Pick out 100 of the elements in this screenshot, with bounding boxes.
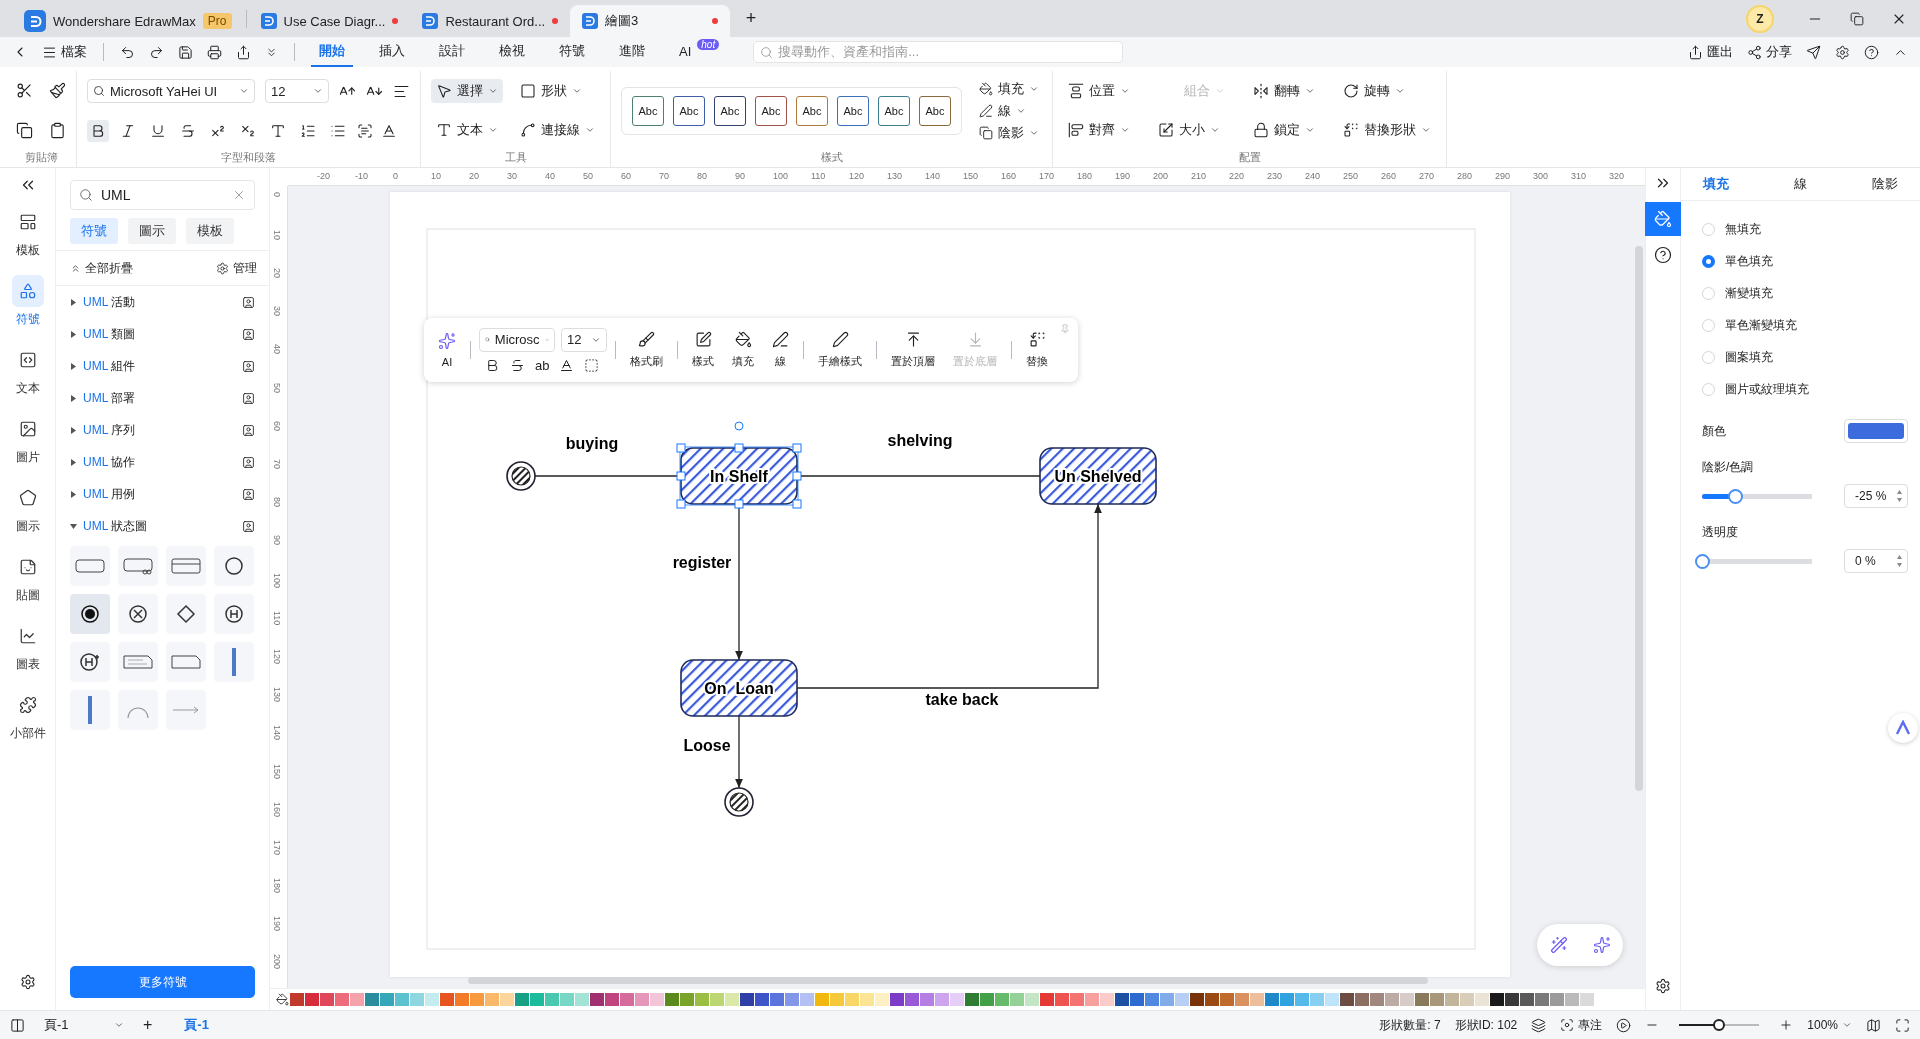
font-family-select[interactable]: Microsc (479, 327, 555, 352)
style-swatch[interactable]: Abc (714, 95, 746, 126)
collapse-all-button[interactable]: 全部折疊 (85, 260, 133, 277)
toolbar-button[interactable]: 置於頂層 (885, 331, 941, 369)
style-swatch[interactable]: Abc (919, 95, 951, 126)
ruler-label: 300 (1533, 171, 1549, 181)
category-item[interactable]: UML 狀态圖 (56, 510, 269, 542)
tool-button[interactable]: 選擇 (431, 78, 503, 103)
ruler-label: 320 (1609, 171, 1625, 181)
number-field[interactable]: 0 % (1844, 549, 1908, 573)
panel-tab[interactable]: 陰影 (1872, 175, 1898, 193)
category-item[interactable]: UML 協作 (56, 446, 269, 478)
app-tab[interactable]: 繪圖3 (570, 5, 731, 37)
category-item[interactable]: UML 活動 (56, 286, 269, 318)
style-option[interactable]: 填充 (976, 78, 1042, 99)
library-tab[interactable]: 符號 (70, 218, 118, 244)
menu-tab[interactable]: 開始 (311, 37, 353, 67)
style-swatch[interactable]: Abc (837, 95, 869, 126)
tool-button[interactable]: 形狀 (515, 78, 600, 103)
arrange-button[interactable]: 大小 (1153, 118, 1230, 143)
manage-button[interactable]: 管理 (233, 260, 257, 277)
sidebar-item[interactable]: 小部件 (4, 685, 51, 746)
style-swatch[interactable]: Abc (755, 95, 787, 126)
menu-tab[interactable]: 進階 (611, 37, 653, 67)
category-item[interactable]: UML 序列 (56, 414, 269, 446)
number-field[interactable]: -25 % (1844, 484, 1908, 508)
ruler-label: 80 (272, 496, 282, 507)
category-item[interactable]: UML 部署 (56, 382, 269, 414)
user-avatar[interactable]: Z (1746, 4, 1774, 33)
tool-button[interactable]: 連接線 (515, 118, 600, 143)
library-tab[interactable]: 模板 (186, 218, 234, 244)
panel-tab[interactable]: 填充 (1703, 175, 1729, 193)
export-button[interactable]: 匯出 (1707, 43, 1733, 61)
arrange-button[interactable]: 替換形狀 (1338, 118, 1436, 143)
arrange-button[interactable]: 翻轉 (1248, 78, 1320, 103)
text-case-button[interactable]: ab (535, 357, 550, 373)
style-option[interactable]: 線 (976, 100, 1042, 121)
sidebar-item[interactable]: 符號 (4, 271, 51, 332)
fill-option[interactable]: 單色漸變填充 (1681, 309, 1920, 341)
search-field[interactable]: UML (70, 180, 255, 210)
ruler-label: 80 (697, 171, 707, 181)
fill-option[interactable]: 漸變填充 (1681, 277, 1920, 309)
sidebar-item[interactable]: 圖示 (4, 478, 51, 539)
style-swatch[interactable]: Abc (673, 95, 705, 126)
style-swatch[interactable]: Abc (632, 95, 664, 126)
style-option[interactable]: 陰影 (976, 122, 1042, 143)
app-tab[interactable]: Wondershare EdrawMax Pro (12, 5, 244, 37)
file-menu[interactable]: 檔案 (61, 43, 87, 61)
fill-option[interactable]: 圖案填充 (1681, 341, 1920, 373)
category-item[interactable]: UML 類圖 (56, 318, 269, 350)
ruler-label: 170 (1039, 171, 1055, 181)
menu-tab[interactable]: 插入 (371, 37, 413, 67)
toolbar-button[interactable]: 填充 (726, 331, 760, 369)
ruler-label: 270 (1419, 171, 1435, 181)
panel-tab[interactable]: 線 (1794, 175, 1807, 193)
arrange-button[interactable]: 鎖定 (1248, 118, 1320, 143)
ruler-label: 150 (963, 171, 979, 181)
share-button[interactable]: 分享 (1766, 43, 1792, 61)
ruler-label: 200 (1153, 171, 1169, 181)
menu-tab[interactable]: 檢視 (491, 37, 533, 67)
menu-tab[interactable]: 設計 (431, 37, 473, 67)
font-size-select[interactable]: 12 (265, 79, 329, 104)
arrange-button[interactable]: 對齊 (1063, 118, 1135, 143)
fill-option[interactable]: 無填充 (1681, 213, 1920, 245)
hot-badge: hot (697, 39, 720, 50)
app-tab[interactable]: Use Case Diagr... (248, 5, 411, 37)
menu-tab[interactable]: 符號 (551, 37, 593, 67)
toolbar-button[interactable]: 替換 (1020, 331, 1054, 369)
ruler-label: 130 (272, 687, 282, 703)
more-symbols-button[interactable]: 更多符號 (70, 966, 255, 998)
toolbar-button[interactable]: 格式刷 (624, 331, 669, 369)
arrange-button[interactable]: 旋轉 (1338, 78, 1436, 103)
library-tab[interactable]: 圖示 (128, 218, 176, 244)
menu-tab[interactable]: AI (671, 38, 700, 66)
font-family-select[interactable]: Microsoft YaHei UI (87, 79, 255, 104)
sidebar-item[interactable]: 貼圖 (4, 547, 51, 608)
app-tab[interactable]: Restaurant Ord... (410, 5, 571, 37)
style-swatch[interactable]: Abc (878, 95, 910, 126)
page-select[interactable]: 頁-1 (39, 1013, 129, 1037)
sidebar-item[interactable]: 圖表 (4, 616, 51, 677)
category-item[interactable]: UML 用例 (56, 478, 269, 510)
sidebar-item[interactable]: 模板 (4, 202, 51, 263)
add-page-button[interactable]: + (143, 1016, 153, 1034)
new-tab-button[interactable]: + (730, 0, 773, 37)
toolbar-button[interactable]: 樣式 (686, 331, 720, 369)
focus-button[interactable]: 專注 (1578, 1016, 1603, 1034)
fill-option[interactable]: 單色填充 (1681, 245, 1920, 277)
toolbar-button[interactable]: 線 (766, 331, 795, 369)
sidebar-item[interactable]: 圖片 (4, 409, 51, 470)
font-size-select[interactable]: 12 (561, 327, 607, 352)
arrange-button[interactable]: 位置 (1063, 78, 1135, 103)
zoom-select[interactable]: 100% (1807, 1018, 1838, 1032)
sidebar-item[interactable]: 文本 (4, 340, 51, 401)
fill-option[interactable]: 圖片或紋理填充 (1681, 373, 1920, 405)
category-item[interactable]: UML 組件 (56, 350, 269, 382)
style-swatch[interactable]: Abc (796, 95, 828, 126)
ai-button[interactable]: AI (432, 332, 462, 368)
page-tab[interactable]: 頁-1 (166, 1016, 227, 1034)
tool-button[interactable]: 文本 (431, 118, 503, 143)
toolbar-button[interactable]: 手繪樣式 (812, 331, 868, 369)
